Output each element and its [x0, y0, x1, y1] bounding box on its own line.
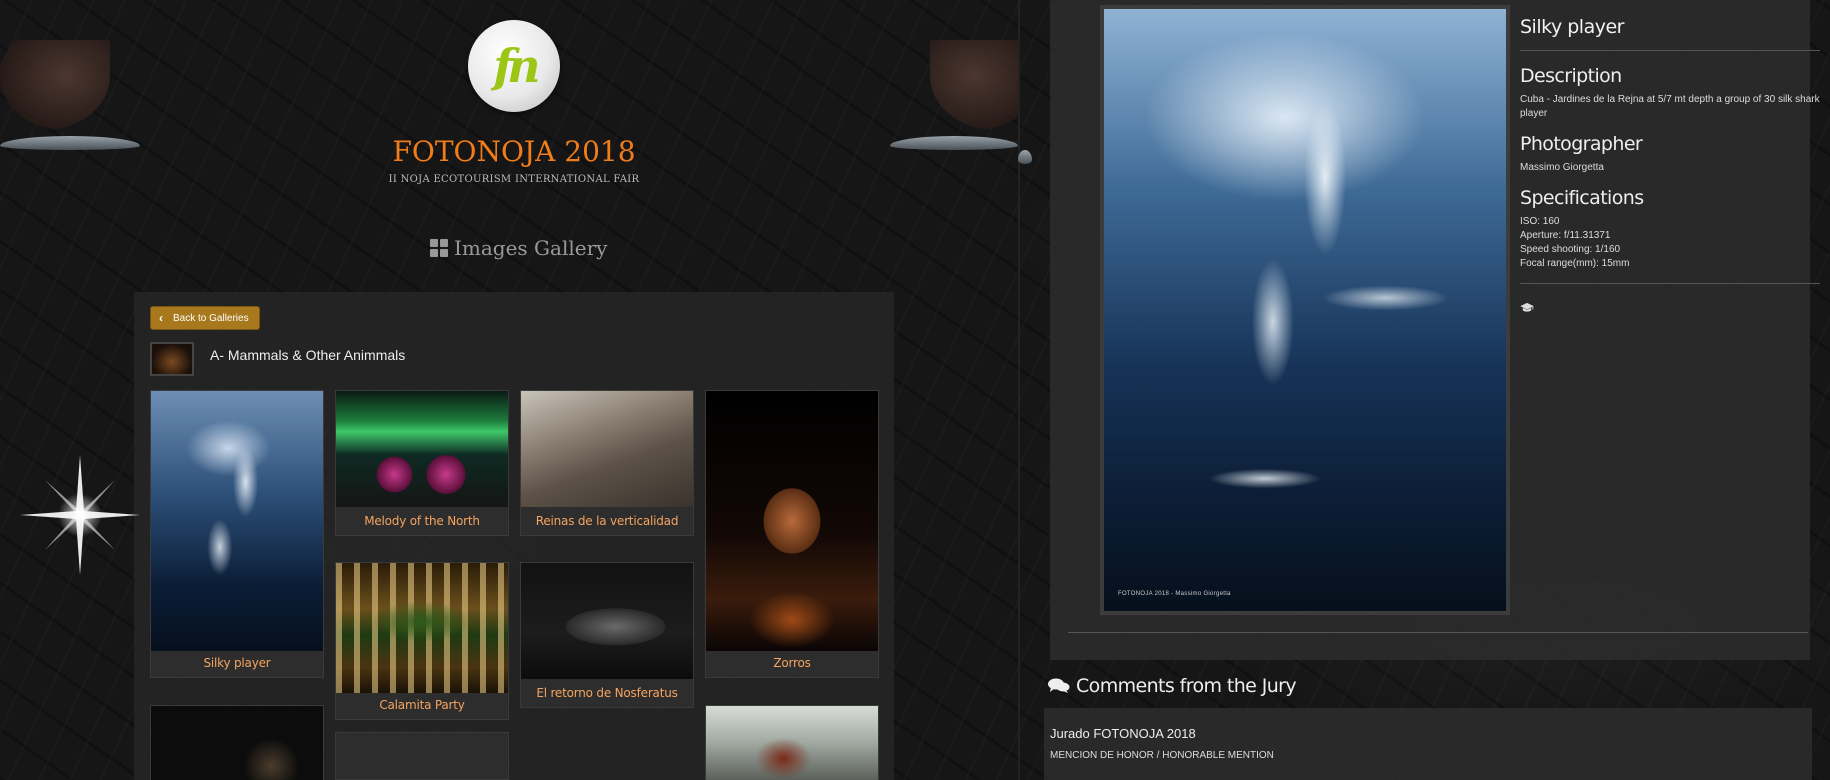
back-button-label: Back to Galleries: [173, 312, 249, 324]
spec-iso: ISO: 160: [1520, 216, 1560, 227]
photo-title: Silky player: [1520, 16, 1624, 38]
gallery-item-calamita-party[interactable]: Calamita Party: [335, 562, 509, 720]
decorative-fin-left: [0, 40, 110, 130]
site-title: FOTONOJA 2018: [392, 135, 636, 168]
decorative-fin-right: [930, 40, 1018, 130]
divider: [1068, 632, 1808, 633]
sparkle-icon: [20, 455, 140, 575]
photographer-heading: Photographer: [1520, 133, 1643, 155]
comments-icon: [1048, 678, 1070, 693]
gallery-item-silky-player[interactable]: Silky player: [150, 390, 324, 678]
main-photo[interactable]: FOTONOJA 2018 - Massimo Giorgetta: [1100, 5, 1510, 615]
photographer-name: Massimo Giorgetta: [1520, 162, 1604, 173]
gallery-item-reinas-de-la-verticalidad[interactable]: Reinas de la verticalidad: [520, 390, 694, 536]
thumbnail-image: [336, 563, 508, 693]
back-to-galleries-button[interactable]: ‹ Back to Galleries: [150, 306, 260, 330]
divider: [1520, 50, 1820, 51]
photo-details: Silky player Description Cuba - Jardines…: [1520, 16, 1820, 317]
category-thumbnail[interactable]: [150, 342, 194, 376]
comment-text: MENCION DE HONOR / HONORABLE MENTION: [1050, 750, 1274, 761]
gallery-item-caption: Zorros: [773, 656, 811, 670]
gallery-item-caption: El retorno de Nosferatus: [536, 686, 678, 700]
specifications-list: ISO: 160 Aperture: f/11.31371 Speed shoo…: [1520, 215, 1820, 271]
divider: [1520, 283, 1820, 284]
thumbnail-image: [151, 706, 323, 780]
site-logo[interactable]: fn: [468, 20, 560, 112]
comment-item: [1044, 708, 1812, 780]
gallery-item-caption: Reinas de la verticalidad: [535, 514, 679, 528]
gallery-item-partial[interactable]: [335, 732, 509, 780]
comments-heading: Comments from the Jury: [1048, 675, 1297, 697]
grid-icon: [430, 239, 448, 257]
gallery-heading: Images Gallery: [430, 236, 607, 260]
gallery-pane: fn FOTONOJA 2018 II NOJA ECOTOURISM INTE…: [0, 0, 1018, 780]
gallery-item-caption: Calamita Party: [379, 698, 465, 712]
gallery-item-el-retorno-de-nosferatus[interactable]: El retorno de Nosferatus: [520, 562, 694, 708]
thumbnail-image: [706, 706, 878, 780]
comment-author: Jurado FOTONOJA 2018: [1050, 726, 1196, 741]
photo-panel: FOTONOJA 2018 - Massimo Giorgetta Silky …: [1050, 0, 1820, 660]
spec-aperture: Aperture: f/11.31371: [1520, 230, 1611, 241]
thumbnail-image: [336, 391, 508, 507]
thumbnail-image: [151, 391, 323, 651]
photo-detail-pane: FOTONOJA 2018 - Massimo Giorgetta Silky …: [1018, 0, 1830, 780]
site-subtitle: II NOJA ECOTOURISM INTERNATIONAL FAIR: [388, 174, 640, 185]
gallery-item-melody-of-the-north[interactable]: Melody of the North: [335, 390, 509, 536]
description-text: Cuba - Jardines de la Rejna at 5/7 mt de…: [1520, 94, 1820, 119]
description-heading: Description: [1520, 65, 1622, 87]
decorative-shark-edge: [1018, 150, 1032, 164]
photo-credit: FOTONOJA 2018 - Massimo Giorgetta: [1118, 591, 1231, 597]
thumbnail-image: [521, 391, 693, 507]
graduation-cap-icon[interactable]: [1520, 302, 1534, 312]
thumbnail-image: [706, 391, 878, 651]
spec-focal: Focal range(mm): 15mm: [1520, 258, 1630, 269]
gallery-item-caption: Silky player: [203, 656, 271, 670]
chevron-left-icon: ‹: [159, 311, 163, 325]
specifications-heading: Specifications: [1520, 187, 1644, 209]
logo-text: fn: [493, 39, 540, 93]
category-title: A- Mammals & Other Animmals: [210, 347, 406, 363]
comments-heading-label: Comments from the Jury: [1076, 675, 1297, 697]
thumbnail-image: [521, 563, 693, 679]
gallery-item-deer[interactable]: [705, 705, 879, 780]
spec-speed: Speed shooting: 1/160: [1520, 244, 1621, 255]
gallery-item-lynx[interactable]: [150, 705, 324, 780]
gallery-heading-label: Images Gallery: [454, 236, 608, 260]
gallery-item-zorros[interactable]: Zorros: [705, 390, 879, 678]
gallery-item-caption: Melody of the North: [364, 514, 480, 528]
